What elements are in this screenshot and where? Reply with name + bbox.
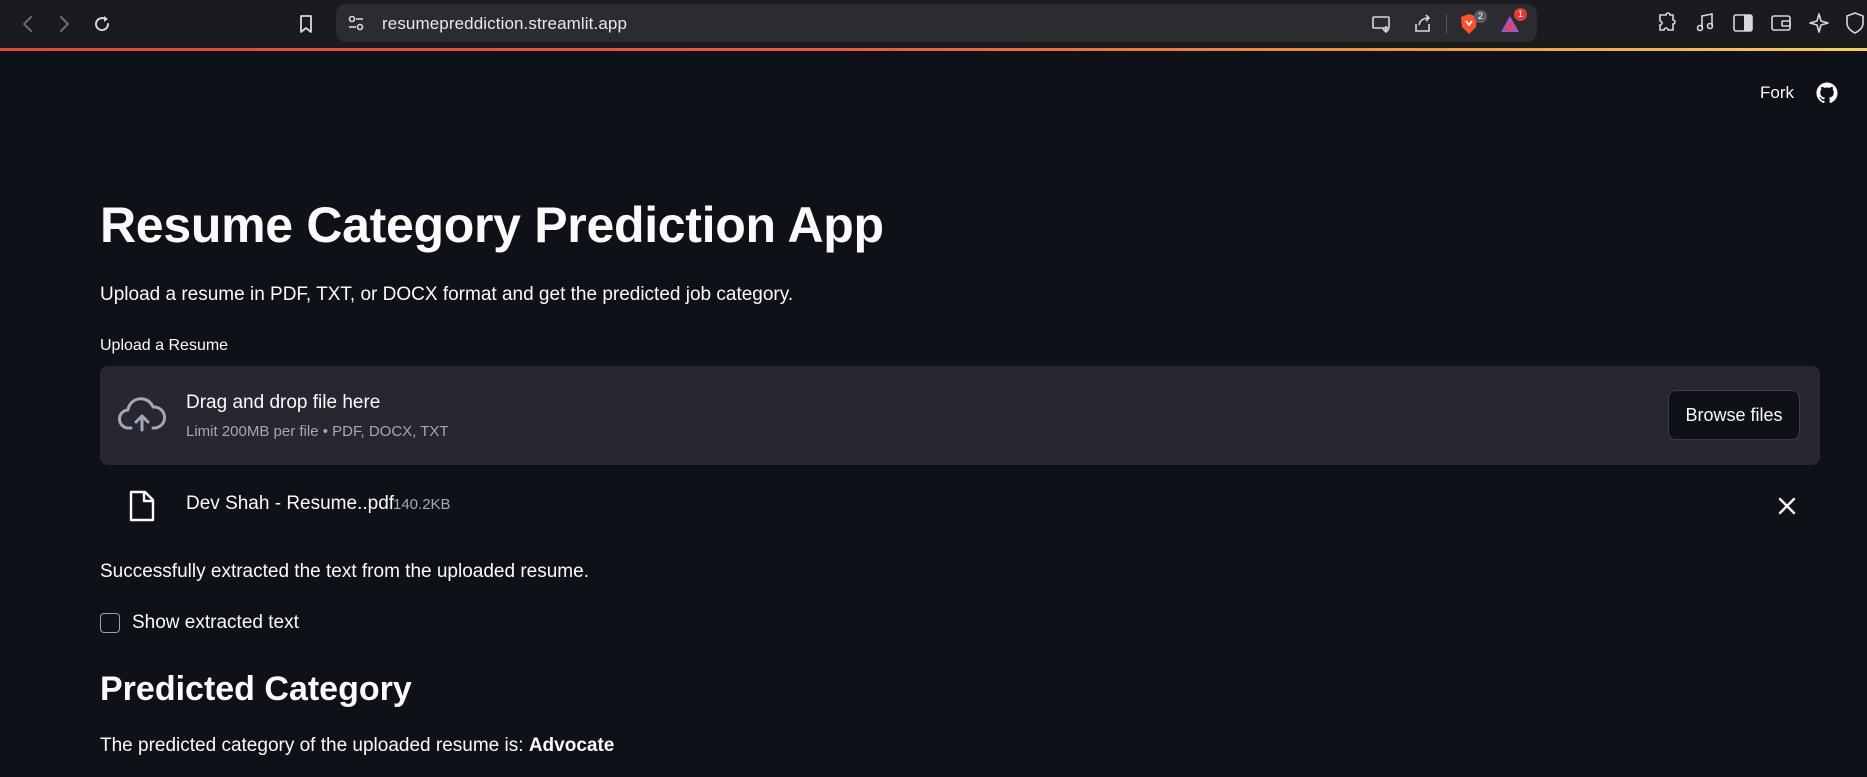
sidebar-icon[interactable] — [1731, 11, 1755, 35]
dropzone-limit: Limit 200MB per file • PDF, DOCX, TXT — [186, 423, 449, 440]
media-icon[interactable] — [1693, 11, 1717, 35]
file-icon — [129, 490, 155, 522]
bookmark-icon[interactable] — [292, 10, 320, 38]
back-icon[interactable] — [14, 10, 42, 38]
forward-icon[interactable] — [50, 10, 78, 38]
rewards-badge: 1 — [1514, 8, 1527, 21]
browse-files-button[interactable]: Browse files — [1668, 390, 1800, 440]
site-settings-icon[interactable] — [346, 13, 366, 33]
vpn-icon[interactable] — [1843, 11, 1867, 35]
uploaded-file-name: Dev Shah - Resume..pdf — [186, 493, 395, 514]
checkbox-label[interactable]: Show extracted text — [132, 612, 299, 634]
reload-icon[interactable] — [88, 10, 116, 38]
dropzone-title: Drag and drop file here — [186, 392, 381, 413]
cloud-upload-icon — [118, 397, 166, 432]
upload-label: Upload a Resume — [100, 337, 229, 354]
extensions-icon[interactable] — [1655, 11, 1679, 35]
address-separator — [1446, 14, 1447, 34]
shields-badge: 2 — [1474, 10, 1487, 23]
page-title: Resume Category Prediction App — [100, 197, 884, 253]
file-dropzone[interactable]: Drag and drop file here Limit 200MB per … — [100, 366, 1820, 465]
address-url[interactable]: resumepreddiction.streamlit.app — [382, 14, 627, 34]
share-icon[interactable] — [1412, 13, 1434, 35]
prediction-value: Advocate — [528, 735, 615, 756]
show-text-checkbox[interactable] — [100, 613, 120, 633]
fork-link[interactable]: Fork — [1760, 83, 1794, 103]
success-message: Successfully extracted the text from the… — [100, 561, 589, 582]
page-subtitle: Upload a resume in PDF, TXT, or DOCX for… — [100, 284, 794, 305]
prediction-text: The predicted category of the uploaded r… — [100, 735, 614, 757]
close-icon[interactable] — [1776, 495, 1798, 517]
section-title: Predicted Category — [100, 670, 412, 708]
cast-icon[interactable] — [1371, 13, 1393, 35]
page-load-progress — [0, 48, 1867, 51]
wallet-icon[interactable] — [1769, 11, 1793, 35]
prediction-prefix: The predicted category of the uploaded r… — [100, 735, 524, 756]
uploaded-file-size: 140.2KB — [393, 496, 451, 513]
address-bar[interactable]: resumepreddiction.streamlit.app 2 1 — [336, 4, 1537, 42]
leo-ai-icon[interactable] — [1807, 11, 1831, 35]
github-icon[interactable] — [1816, 82, 1838, 104]
browser-toolbar: resumepreddiction.streamlit.app 2 1 — [0, 0, 1867, 48]
